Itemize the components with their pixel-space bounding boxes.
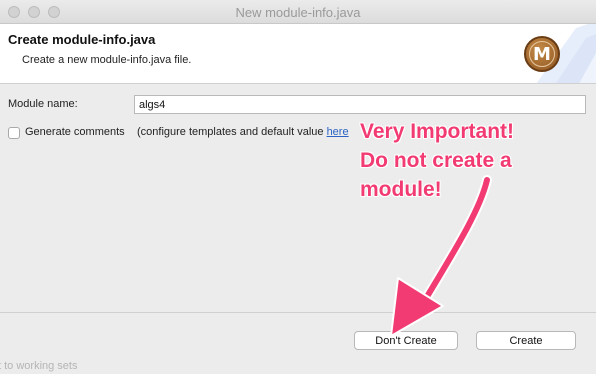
- generate-comments-checkbox[interactable]: [8, 127, 20, 139]
- configure-templates-link[interactable]: here: [327, 126, 349, 138]
- module-name-label: Module name:: [8, 98, 78, 110]
- configure-templates-text: (configure templates and default value h…: [137, 126, 349, 138]
- dialog-header: Create module-info.java Create a new mod…: [0, 24, 596, 84]
- maven-logo-icon: M: [524, 36, 560, 72]
- button-bar-divider: [0, 312, 596, 313]
- window-title: New module-info.java: [235, 5, 361, 20]
- annotation-text: Very Important! Do not create a module!: [360, 117, 596, 204]
- header-description: Create a new module-info.java file.: [22, 54, 192, 66]
- header-title: Create module-info.java: [8, 32, 156, 47]
- annotation-line-1: Very Important!: [360, 120, 515, 143]
- logo-letter: M: [529, 41, 555, 67]
- background-window-strip: [0, 356, 596, 374]
- create-button[interactable]: Create: [476, 331, 576, 350]
- dont-create-button[interactable]: Don't Create: [354, 331, 458, 350]
- annotation-line-2: Do not create a: [360, 149, 512, 172]
- background-window-text: t to working sets: [0, 360, 78, 372]
- configure-templates-label: (configure templates and default value: [137, 126, 327, 138]
- title-bar: New module-info.java: [0, 0, 596, 24]
- annotation-line-3: module!: [360, 178, 442, 201]
- generate-comments-label: Generate comments: [25, 126, 125, 138]
- module-name-input[interactable]: [134, 95, 586, 114]
